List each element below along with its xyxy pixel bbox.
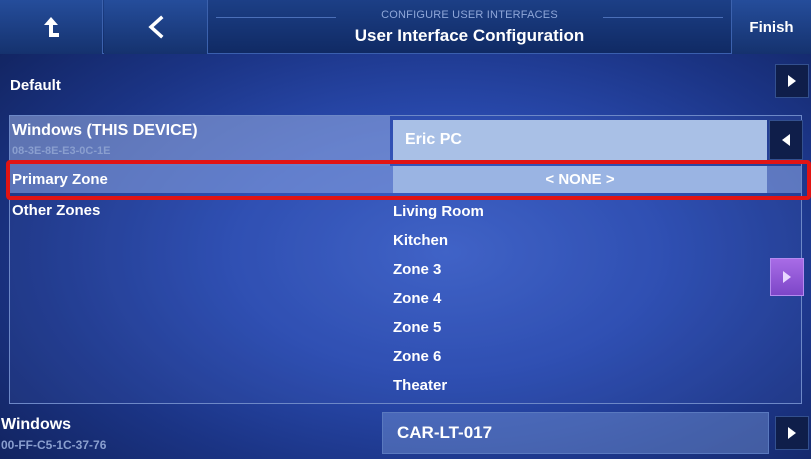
play-right-icon [788, 75, 796, 87]
device-other-mac: 00-FF-C5-1C-37-76 [1, 438, 107, 452]
default-row[interactable]: Default [0, 57, 811, 111]
other-zones-label: Other Zones [12, 202, 101, 219]
device-this-name-field[interactable]: Eric PC [393, 120, 767, 160]
zone-item-zone-5[interactable]: Zone 5 [393, 313, 767, 342]
primary-zone-select[interactable]: < NONE > [393, 166, 767, 193]
device-this-mac: 08-3E-8E-E3-0C-1E [12, 145, 111, 157]
page-title: User Interface Configuration [354, 26, 585, 45]
default-expand-button[interactable] [775, 64, 809, 98]
header-divider-right [603, 17, 723, 18]
finish-button[interactable]: Finish [731, 0, 811, 54]
header-bar: CONFIGURE USER INTERFACES User Interface… [0, 0, 811, 54]
zone-item-kitchen[interactable]: Kitchen [393, 226, 767, 255]
device-this-collapse-button[interactable] [769, 120, 803, 160]
device-other-label: Windows [1, 416, 72, 433]
back-button[interactable] [104, 0, 208, 54]
back-to-top-button[interactable] [0, 0, 103, 54]
play-left-icon [782, 134, 790, 146]
play-right-icon [788, 427, 796, 439]
device-this-label: Windows (THIS DEVICE) [12, 122, 198, 139]
primary-zone-label: Primary Zone [12, 171, 108, 188]
device-other-name-field[interactable]: CAR-LT-017 [382, 412, 769, 454]
zone-item-living-room[interactable]: Living Room [393, 197, 767, 226]
header-divider-left [216, 17, 336, 18]
header-subtitle: CONFIGURE USER INTERFACES [381, 9, 558, 21]
header-title-area: CONFIGURE USER INTERFACES User Interface… [210, 0, 729, 54]
other-zones-expand-button[interactable] [770, 258, 804, 296]
chevron-left-icon [147, 15, 163, 39]
play-right-icon [783, 271, 791, 283]
arrow-up-icon [44, 17, 59, 37]
default-label: Default [10, 77, 61, 94]
zone-item-theater[interactable]: Theater [393, 371, 767, 400]
zone-item-zone-4[interactable]: Zone 4 [393, 284, 767, 313]
zone-item-zone-6[interactable]: Zone 6 [393, 342, 767, 371]
device-other-expand-button[interactable] [775, 416, 809, 450]
zone-item-zone-3[interactable]: Zone 3 [393, 255, 767, 284]
